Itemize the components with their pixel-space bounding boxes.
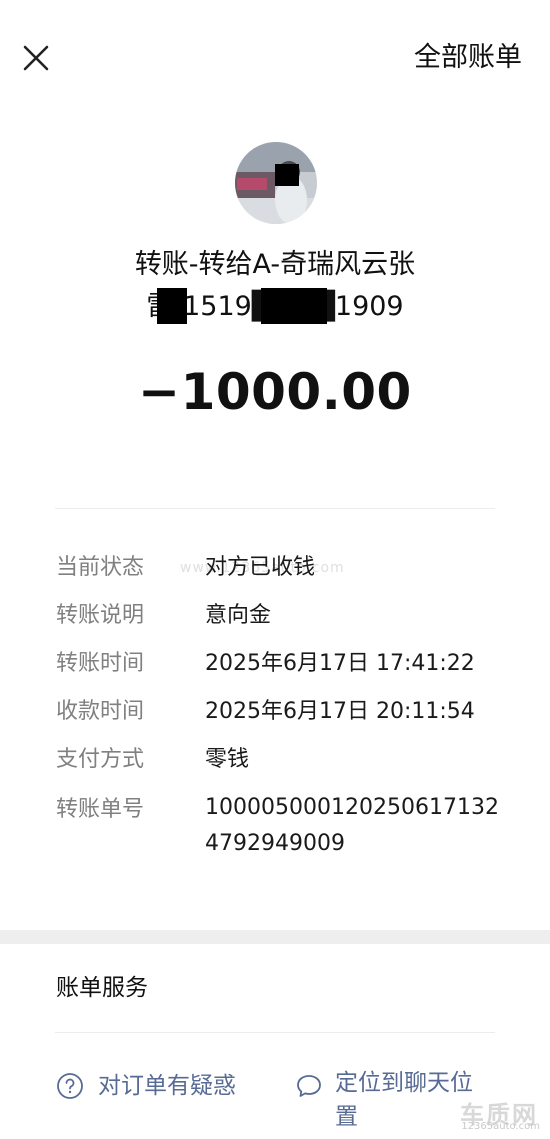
detail-label: 转账说明 [56,603,145,628]
transfer-amount: −1000.00 [138,363,412,421]
brand-url: 12365auto.com [461,1121,540,1132]
chat-bubble-icon [297,1075,321,1097]
detail-row-transfer-time: 转账时间 2025年6月17日 17:41:22 [0,644,550,684]
detail-row-transfer-id: 转账单号 10000500012025061713247929490​09 [0,790,550,870]
divider [55,1032,495,1033]
detail-row-note: 转账说明 意向金 [0,596,550,636]
detail-label: 转账单号 [56,797,145,822]
detail-value: 意向金 [205,603,272,628]
detail-value: 对方已收钱 [205,555,316,580]
transfer-id-value[interactable]: 10000500012025061713247929490​09 [205,790,505,862]
brand-logo: 车质网 12365auto.com [450,1095,546,1135]
detail-label: 当前状态 [56,555,145,580]
detail-row-receive-time: 收款时间 2025年6月17日 20:11:54 [0,692,550,732]
order-question-link[interactable]: 对订单有疑惑 [56,1066,236,1106]
avatar [235,142,317,224]
bill-service-title: 账单服务 [56,975,148,1001]
detail-label: 支付方式 [56,747,145,772]
redaction-box [261,288,327,324]
redaction-box [157,288,187,324]
detail-value: 零钱 [205,747,250,772]
close-button[interactable] [16,38,56,78]
detail-value: 2025年6月17日 17:41:22 [205,651,475,676]
question-circle-icon [57,1073,83,1099]
transfer-title: 转账-转给A-奇瑞风云张 [134,249,416,280]
detail-label: 收款时间 [56,699,145,724]
detail-value: 2025年6月17日 20:11:54 [205,699,475,724]
detail-row-status: 当前状态 对方已收钱 [0,548,550,588]
all-bills-link[interactable]: 全部账单 [414,38,522,78]
detail-row-payment-method: 支付方式 零钱 [0,740,550,780]
section-separator [0,930,550,944]
divider [55,508,495,509]
close-icon [23,45,49,71]
order-question-label: 对订单有疑惑 [98,1073,236,1099]
top-bar: 全部账单 [0,0,550,118]
detail-label: 转账时间 [56,651,145,676]
